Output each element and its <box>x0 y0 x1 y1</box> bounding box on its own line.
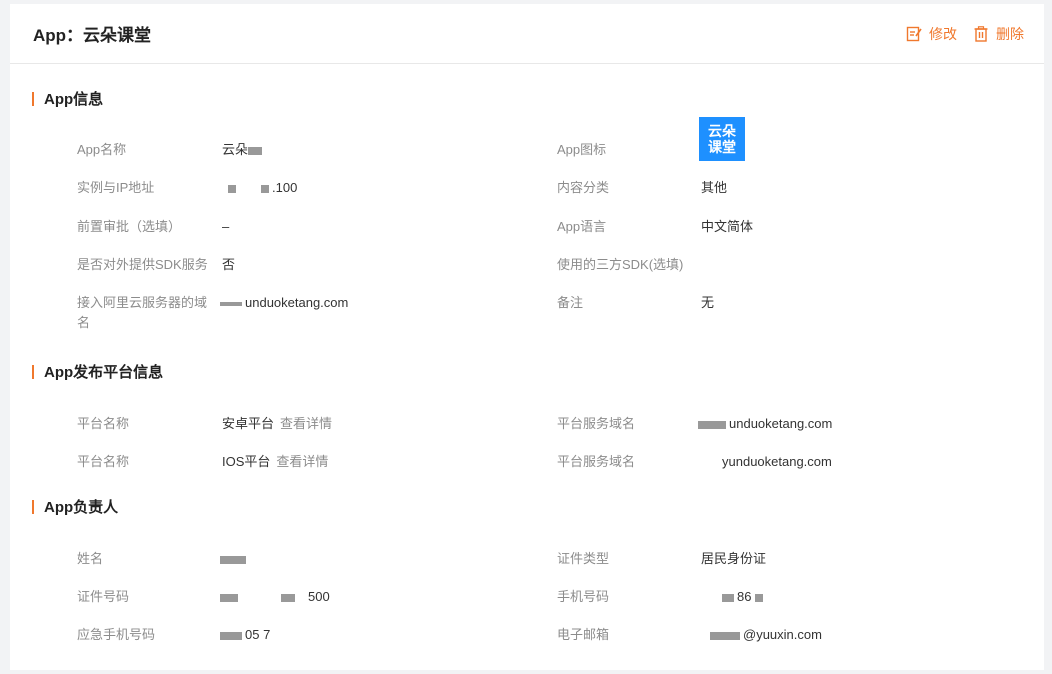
info-row: 前置审批（选填） – App语言 中文简体 <box>10 217 1044 241</box>
field-label: 接入阿里云服务器的域名 <box>77 295 208 330</box>
platform-row: 平台名称 安卓平台 查看详情 平台服务域名 unduoketang.com <box>10 414 1044 438</box>
platform-name-value: 安卓平台 查看详情 <box>222 416 333 431</box>
section-title-text: App信息 <box>44 91 104 108</box>
field-label: 手机号码 <box>557 589 610 604</box>
edit-label: 修改 <box>929 25 957 42</box>
info-row: 是否对外提供SDK服务 否 使用的三方SDK(选填) <box>10 255 1044 279</box>
field-label: 应急手机号码 <box>77 627 156 642</box>
id-number-value: 500 <box>220 587 330 607</box>
field-label: 内容分类 <box>557 180 610 195</box>
view-details-link[interactable]: 查看详情 <box>280 416 332 431</box>
field-label: 平台服务域名 <box>557 454 636 469</box>
app-icon-image: 云朵 课堂 <box>699 117 745 161</box>
field-label: 平台服务域名 <box>557 416 636 431</box>
card-header: App：云朵课堂 修改 删除 <box>10 4 1044 64</box>
field-label: App图标 <box>557 142 607 157</box>
app-icon-text: 云朵 <box>708 123 736 139</box>
content-category-value: 其他 <box>701 180 728 195</box>
sdk-service-value: 否 <box>222 257 236 272</box>
header-actions: 修改 删除 <box>890 24 1024 44</box>
email-value: @yuuxin.com <box>710 625 822 645</box>
field-label: 平台名称 <box>77 454 130 469</box>
edit-button[interactable]: 修改 <box>906 24 957 44</box>
field-label: 是否对外提供SDK服务 <box>77 257 208 272</box>
page-title: App：云朵课堂 <box>33 26 152 45</box>
platform-domain-value: yunduoketang.com <box>722 454 832 469</box>
section-owner-title: App负责人 <box>32 496 118 517</box>
field-label: 使用的三方SDK(选填) <box>557 257 684 272</box>
platform-name-value: IOS平台 查看详情 <box>222 454 329 469</box>
app-detail-card: App：云朵课堂 修改 删除 App信息 App名称 云朵 App图标 云朵 课… <box>10 4 1044 670</box>
owner-row: 应急手机号码 05 7 电子邮箱 @yuuxin.com <box>10 625 1044 649</box>
app-icon-text: 课堂 <box>708 139 736 155</box>
section-accent-bar <box>32 91 34 106</box>
platform-domain-value: unduoketang.com <box>698 414 832 434</box>
field-label: App语言 <box>557 219 607 234</box>
owner-name-value <box>220 549 249 569</box>
remark-value: 无 <box>701 295 715 310</box>
owner-row: 证件号码 500 手机号码 86 <box>10 587 1044 611</box>
app-name-value: 云朵 <box>222 140 265 160</box>
section-title-text: App发布平台信息 <box>44 364 164 381</box>
id-type-value: 居民身份证 <box>701 551 767 566</box>
phone-value: 86 <box>722 587 766 607</box>
owner-row: 姓名 证件类型 居民身份证 <box>10 549 1044 573</box>
field-label: 姓名 <box>77 551 104 566</box>
field-label: App名称 <box>77 142 127 157</box>
section-accent-bar <box>32 364 34 379</box>
view-details-link[interactable]: 查看详情 <box>276 454 328 469</box>
section-accent-bar <box>32 499 34 514</box>
delete-button[interactable]: 删除 <box>973 24 1024 44</box>
info-row: 接入阿里云服务器的域名 unduoketang.com 备注 无 <box>10 293 1044 337</box>
section-title-text: App负责人 <box>44 499 119 516</box>
edit-icon <box>906 26 922 41</box>
field-label: 平台名称 <box>77 416 130 431</box>
trash-icon <box>974 25 988 42</box>
field-label: 证件类型 <box>557 551 610 566</box>
platform-row: 平台名称 IOS平台 查看详情 平台服务域名 yunduoketang.com <box>10 452 1044 476</box>
field-label: 电子邮箱 <box>557 627 610 642</box>
pre-approval-value: – <box>222 219 230 234</box>
info-row: 实例与IP地址 .100 内容分类 其他 <box>10 178 1044 202</box>
field-label: 备注 <box>557 295 584 310</box>
field-label: 证件号码 <box>77 589 130 604</box>
section-app-info-title: App信息 <box>32 88 103 109</box>
field-label: 前置审批（选填） <box>77 219 182 234</box>
emergency-phone-value: 05 7 <box>220 625 270 645</box>
field-label: 实例与IP地址 <box>77 180 155 195</box>
section-platform-title: App发布平台信息 <box>32 361 163 382</box>
delete-label: 删除 <box>996 25 1024 42</box>
app-language-value: 中文简体 <box>701 219 754 234</box>
domain-value: unduoketang.com <box>220 293 348 313</box>
ip-address-value: .100 <box>228 178 297 198</box>
info-row: App名称 云朵 App图标 <box>10 140 1044 164</box>
